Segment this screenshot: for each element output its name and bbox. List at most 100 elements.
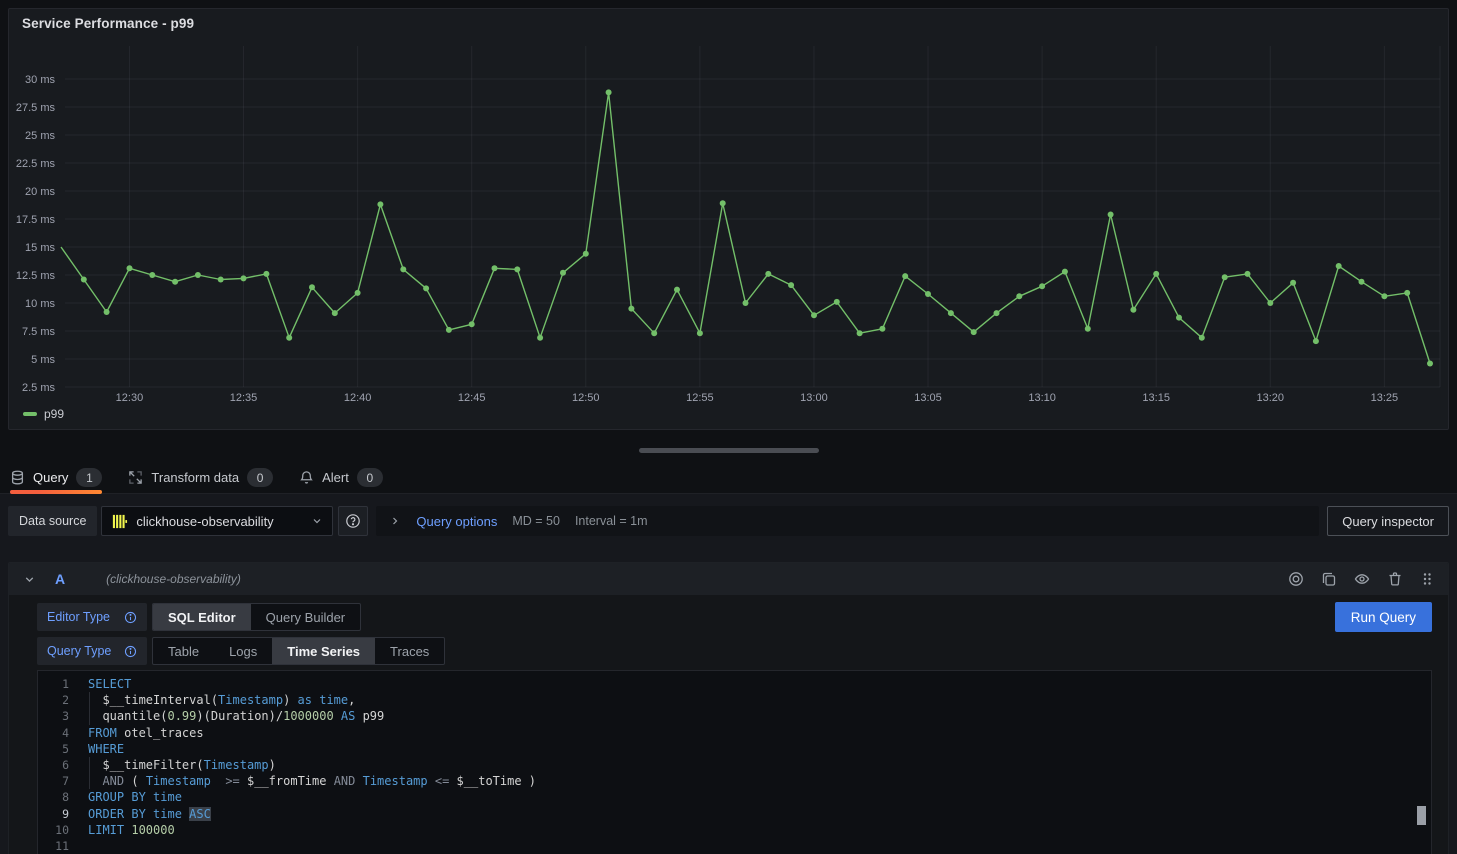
data-point[interactable]	[583, 251, 589, 257]
datasource-picker[interactable]: clickhouse-observability	[101, 506, 333, 536]
data-point[interactable]	[902, 273, 908, 279]
data-point[interactable]	[1267, 300, 1273, 306]
data-point[interactable]	[309, 284, 315, 290]
chart-legend[interactable]: p99	[9, 407, 1448, 421]
data-point[interactable]	[1176, 315, 1182, 321]
data-point[interactable]	[765, 271, 771, 277]
data-point[interactable]	[811, 312, 817, 318]
datasource-help-button[interactable]	[338, 506, 368, 536]
data-point[interactable]	[560, 270, 566, 276]
code-line[interactable]: 9ORDER BY time ASC	[38, 806, 1431, 822]
splitter-drag-handle[interactable]	[639, 448, 819, 453]
data-point[interactable]	[241, 275, 247, 281]
code-line[interactable]: 5WHERE	[38, 741, 1431, 757]
editor-type-sql-editor[interactable]: SQL Editor	[153, 604, 251, 630]
data-point[interactable]	[1359, 279, 1365, 285]
data-point[interactable]	[674, 287, 680, 293]
code-line[interactable]: 2 $__timeInterval(Timestamp) as time,	[38, 692, 1431, 708]
data-point[interactable]	[743, 300, 749, 306]
data-point[interactable]	[149, 272, 155, 278]
data-point[interactable]	[1404, 290, 1410, 296]
code-line[interactable]: 10LIMIT 100000	[38, 822, 1431, 838]
data-point[interactable]	[1336, 263, 1342, 269]
run-query-button[interactable]: Run Query	[1335, 602, 1432, 632]
data-point[interactable]	[195, 272, 201, 278]
code-line[interactable]: 3 quantile(0.99)(Duration)/1000000 AS p9…	[38, 708, 1431, 724]
data-point[interactable]	[925, 291, 931, 297]
data-point[interactable]	[1427, 361, 1433, 367]
data-point[interactable]	[651, 330, 657, 336]
duplicate-query-icon[interactable]	[1321, 571, 1337, 587]
info-icon[interactable]	[124, 645, 137, 658]
code-line[interactable]: 8GROUP BY time	[38, 789, 1431, 805]
data-point[interactable]	[879, 326, 885, 332]
data-point[interactable]	[971, 329, 977, 335]
query-row-header[interactable]: A (clickhouse-observability)	[9, 563, 1448, 595]
data-point[interactable]	[834, 299, 840, 305]
data-point[interactable]	[697, 330, 703, 336]
editor-type-query-builder[interactable]: Query Builder	[251, 604, 360, 630]
data-point[interactable]	[1290, 280, 1296, 286]
data-point[interactable]	[514, 266, 520, 272]
hide-query-eye-icon[interactable]	[1354, 571, 1370, 587]
sql-code-editor[interactable]: 1SELECT2 $__timeInterval(Timestamp) as t…	[37, 670, 1432, 854]
query-type-table[interactable]: Table	[153, 638, 214, 664]
data-point[interactable]	[400, 266, 406, 272]
data-point[interactable]	[1381, 293, 1387, 299]
info-icon[interactable]	[124, 611, 137, 624]
code-line[interactable]: 7 AND ( Timestamp >= $__fromTime AND Tim…	[38, 773, 1431, 789]
data-point[interactable]	[857, 330, 863, 336]
data-point[interactable]	[286, 335, 292, 341]
data-point[interactable]	[1199, 335, 1205, 341]
legend-series-label[interactable]: p99	[44, 407, 64, 421]
code-line[interactable]: 6 $__timeFilter(Timestamp)	[38, 757, 1431, 773]
record-circle-icon[interactable]	[1288, 571, 1304, 587]
data-point[interactable]	[81, 277, 87, 283]
data-point[interactable]	[263, 271, 269, 277]
data-point[interactable]	[1313, 338, 1319, 344]
data-point[interactable]	[355, 290, 361, 296]
data-point[interactable]	[104, 309, 110, 315]
data-point[interactable]	[469, 321, 475, 327]
query-type-traces[interactable]: Traces	[375, 638, 444, 664]
data-point[interactable]	[1085, 326, 1091, 332]
code-line[interactable]: 4FROM otel_traces	[38, 725, 1431, 741]
tab-alert[interactable]: Alert 0	[299, 462, 383, 494]
data-point[interactable]	[1130, 307, 1136, 313]
drag-handle-icon[interactable]	[1420, 571, 1434, 587]
data-point[interactable]	[332, 310, 338, 316]
data-point[interactable]	[788, 282, 794, 288]
data-point[interactable]	[1016, 293, 1022, 299]
data-point[interactable]	[1245, 271, 1251, 277]
data-point[interactable]	[720, 200, 726, 206]
data-point[interactable]	[994, 310, 1000, 316]
data-point[interactable]	[127, 265, 133, 271]
data-point[interactable]	[377, 201, 383, 207]
p99-chart-svg[interactable]: 2.5 ms5 ms7.5 ms10 ms12.5 ms15 ms17.5 ms…	[9, 32, 1448, 406]
data-point[interactable]	[218, 277, 224, 283]
data-point[interactable]	[1222, 274, 1228, 280]
data-point[interactable]	[172, 279, 178, 285]
data-point[interactable]	[628, 306, 634, 312]
tab-transform-data[interactable]: Transform data 0	[128, 462, 273, 494]
code-line[interactable]: 1SELECT	[38, 676, 1431, 692]
data-point[interactable]	[606, 89, 612, 95]
code-line[interactable]: 11	[38, 838, 1431, 854]
query-type-time-series[interactable]: Time Series	[272, 638, 375, 664]
collapse-chevron-icon[interactable]	[23, 573, 36, 586]
tab-query[interactable]: Query 1	[10, 462, 102, 494]
data-point[interactable]	[446, 327, 452, 333]
query-options-link[interactable]: Query options	[416, 514, 497, 529]
data-point[interactable]	[948, 310, 954, 316]
data-point[interactable]	[423, 285, 429, 291]
data-point[interactable]	[492, 265, 498, 271]
query-inspector-button[interactable]: Query inspector	[1327, 506, 1449, 536]
data-point[interactable]	[1108, 212, 1114, 218]
data-point[interactable]	[1062, 269, 1068, 275]
data-point[interactable]	[1039, 283, 1045, 289]
query-type-logs[interactable]: Logs	[214, 638, 272, 664]
delete-query-trash-icon[interactable]	[1387, 571, 1403, 587]
data-point[interactable]	[1153, 271, 1159, 277]
data-point[interactable]	[537, 335, 543, 341]
chevron-right-icon[interactable]	[389, 515, 401, 527]
